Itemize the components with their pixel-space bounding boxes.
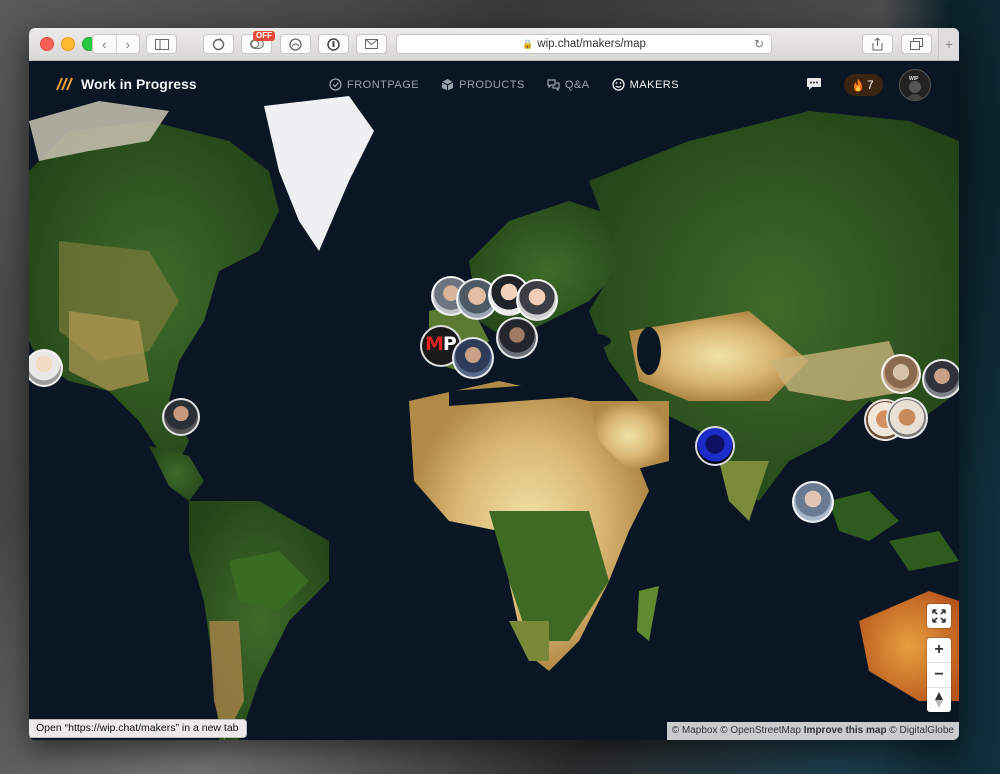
cube-icon: [441, 79, 454, 91]
tab-overview-button[interactable]: [901, 34, 932, 54]
nav-frontpage[interactable]: FRONTPAGE: [329, 78, 419, 91]
compass-icon: [935, 692, 943, 708]
avatar-figure-icon: [905, 81, 925, 100]
password-extension-icon: [327, 37, 340, 51]
maker-avatar-europe-5[interactable]: [496, 317, 538, 359]
brand-name: Work in Progress: [81, 76, 197, 92]
map-attribution: © Mapbox © OpenStreetMap Improve this ma…: [666, 722, 959, 740]
maker-avatar-indonesia[interactable]: [792, 481, 834, 523]
fullscreen-button[interactable]: [927, 604, 951, 628]
forward-icon[interactable]: ›: [117, 35, 140, 53]
sidebar-toggle-button[interactable]: [146, 34, 177, 54]
mapbox-attribution-link[interactable]: © Mapbox: [672, 725, 718, 736]
nav-qa[interactable]: Q&A: [547, 78, 590, 91]
smiley-icon: [611, 78, 625, 91]
nav-qa-label: Q&A: [564, 78, 590, 91]
refresh-extension-icon: [212, 37, 225, 50]
mail-extension-icon: [365, 39, 378, 49]
extension-off-badge: OFF: [253, 31, 275, 41]
fire-icon: [854, 78, 862, 91]
expand-icon: [932, 609, 946, 623]
nav-products-label: PRODUCTS: [459, 78, 525, 91]
nav-products[interactable]: PRODUCTS: [441, 78, 525, 91]
close-window-button[interactable]: [40, 37, 54, 51]
address-bar[interactable]: 🔒 wip.chat/makers/map ↻: [396, 34, 772, 54]
share-button[interactable]: [862, 34, 893, 54]
reload-icon[interactable]: ↻: [754, 37, 764, 51]
chat-bubbles-icon: [547, 79, 560, 91]
plus-icon: +: [944, 36, 954, 52]
reader-extension-icon: [289, 37, 302, 51]
history-nav: ‹ ›: [92, 34, 140, 54]
nav-makers-label: MAKERS: [629, 78, 680, 91]
zoom-out-button[interactable]: −: [927, 662, 951, 687]
webpage: Work in Progress FRONTPAGE PRODUCTS Q&A: [29, 61, 959, 740]
lock-icon: 🔒: [522, 38, 534, 49]
main-nav: FRONTPAGE PRODUCTS Q&A MAKERS: [329, 78, 679, 91]
check-circle-icon: [329, 78, 342, 91]
extension-button-4[interactable]: [318, 34, 349, 54]
streak-badge[interactable]: 7: [844, 74, 883, 96]
osm-attribution-link[interactable]: © OpenStreetMap: [720, 725, 801, 736]
link-status-bar: Open “https://wip.chat/makers” in a new …: [29, 719, 247, 738]
window-controls: [40, 37, 96, 51]
extension-button-3[interactable]: [280, 34, 311, 54]
browser-window: ‹ › OFF 🔒 wip.chat/makers/map ↻ + Work i…: [29, 28, 959, 740]
wip-logo-icon: [56, 77, 73, 91]
nav-frontpage-label: FRONTPAGE: [347, 78, 420, 91]
world-map[interactable]: [29, 61, 959, 740]
address-text: wip.chat/makers/map: [537, 38, 646, 50]
fullscreen-control: [927, 604, 951, 628]
streak-count: 7: [867, 78, 874, 92]
maker-avatar-florida[interactable]: [162, 398, 200, 436]
site-header: Work in Progress FRONTPAGE PRODUCTS Q&A: [29, 61, 959, 109]
zoom-control: + −: [927, 638, 951, 712]
avatar-label: WIP: [909, 76, 919, 82]
minimize-window-button[interactable]: [61, 37, 75, 51]
sidebar-icon: [154, 38, 169, 50]
maker-avatar-india[interactable]: [695, 426, 735, 466]
nav-makers[interactable]: MAKERS: [611, 78, 680, 91]
maker-avatar-asia-4[interactable]: [886, 397, 928, 439]
tabs-icon: [910, 38, 923, 50]
maker-avatar-europe-4[interactable]: [516, 279, 558, 321]
maker-avatar-asia-2[interactable]: [922, 359, 959, 399]
user-avatar[interactable]: WIP: [899, 69, 931, 101]
extension-button-5[interactable]: [356, 34, 387, 54]
zoom-in-button[interactable]: +: [927, 638, 951, 662]
share-icon: [872, 37, 883, 50]
improve-map-link[interactable]: Improve this map: [804, 725, 887, 736]
browser-toolbar: ‹ › OFF 🔒 wip.chat/makers/map ↻ +: [29, 28, 959, 61]
maker-mp-logo: MP: [425, 333, 457, 355]
back-icon[interactable]: ‹: [93, 35, 117, 53]
chat-icon[interactable]: [806, 77, 822, 91]
extension-button-1[interactable]: [203, 34, 234, 54]
compass-button[interactable]: [927, 687, 951, 712]
digitalglobe-attribution-link[interactable]: © DigitalGlobe: [889, 725, 954, 736]
maker-avatar-asia-1[interactable]: [881, 354, 921, 394]
brand[interactable]: Work in Progress: [55, 76, 197, 92]
new-tab-button[interactable]: +: [938, 28, 959, 60]
maker-avatar-spain[interactable]: [452, 337, 494, 379]
